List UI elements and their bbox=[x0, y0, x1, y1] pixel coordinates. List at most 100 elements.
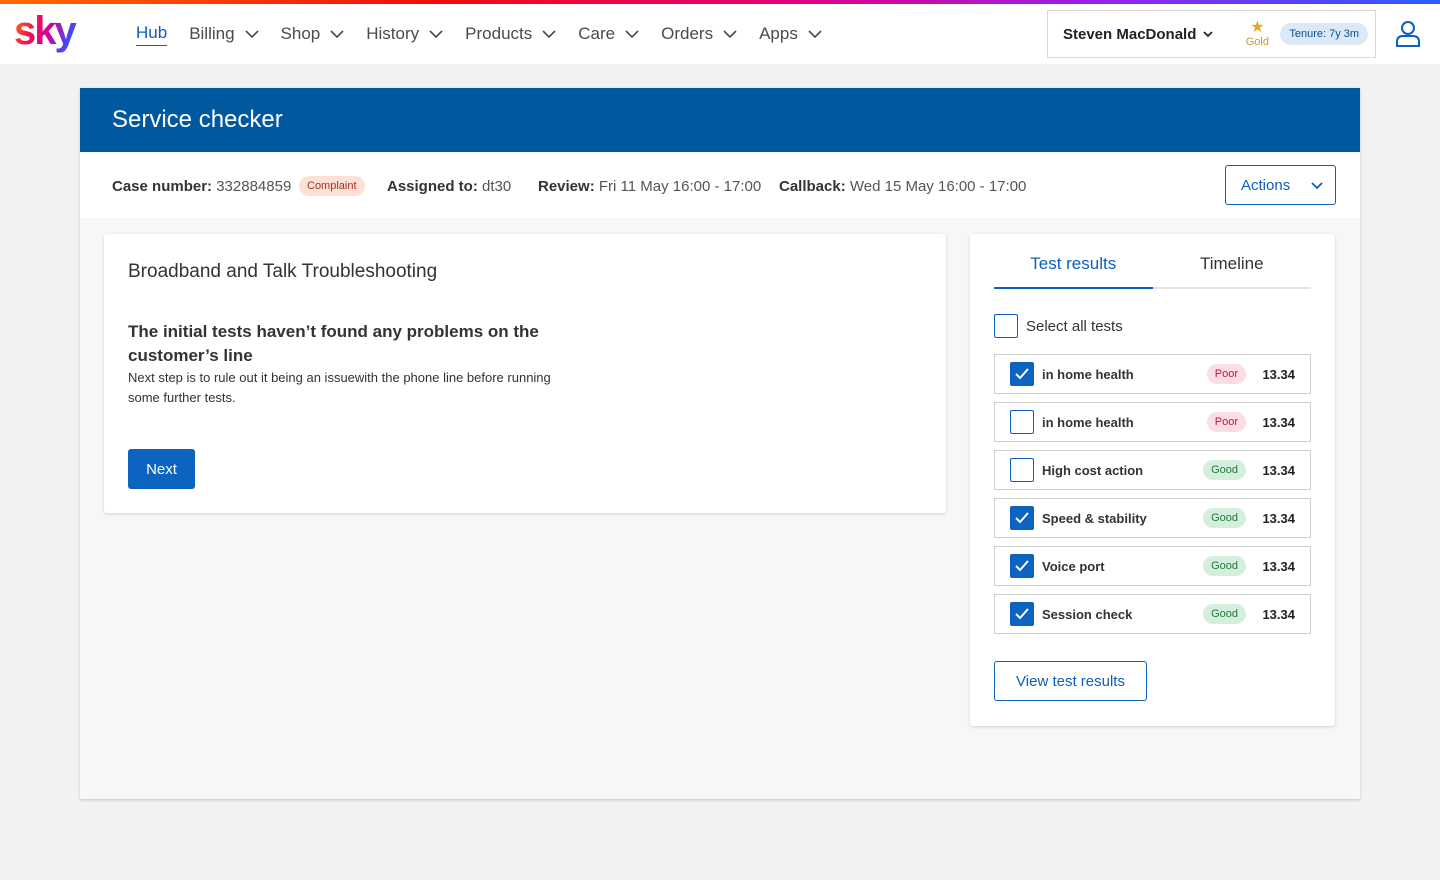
check-icon bbox=[1015, 512, 1029, 524]
user-name[interactable]: Steven MacDonald bbox=[1063, 26, 1196, 43]
case-number: Case number: 332884859 bbox=[112, 178, 291, 195]
test-row[interactable]: High cost action Good 13.34 bbox=[994, 450, 1311, 490]
test-status-badge: Good bbox=[1203, 604, 1246, 624]
nav-item-label: Apps bbox=[759, 24, 798, 43]
sky-logo[interactable]: sky bbox=[14, 8, 90, 58]
nav-item-products[interactable]: Products bbox=[465, 20, 556, 48]
tab-timeline[interactable]: Timeline bbox=[1153, 254, 1312, 287]
brand-gradient-strip bbox=[0, 0, 1440, 4]
review-time: Review: Fri 11 May 16:00 - 17:00 bbox=[538, 178, 761, 195]
callback-value: Wed 15 May 16:00 - 17:00 bbox=[849, 178, 1027, 195]
test-checkbox[interactable] bbox=[1010, 554, 1034, 578]
nav-item-label: History bbox=[366, 24, 420, 43]
view-test-results-button[interactable]: View test results bbox=[994, 661, 1147, 701]
nav-item-care[interactable]: Care bbox=[578, 20, 639, 48]
troubleshooting-panel: Broadband and Talk Troubleshooting The i… bbox=[104, 234, 946, 513]
test-value: 13.34 bbox=[1262, 462, 1295, 478]
test-row[interactable]: in home health Poor 13.34 bbox=[994, 354, 1311, 394]
nav-item-hub[interactable]: Hub bbox=[136, 20, 168, 48]
nav-item-orders[interactable]: Orders bbox=[661, 20, 737, 48]
test-value: 13.34 bbox=[1262, 366, 1295, 382]
nav-item-label: Products bbox=[465, 24, 533, 43]
main-nav: Hub Billing Shop History Products Care Orders A… bbox=[136, 20, 844, 48]
test-name: Speed & stability bbox=[1042, 510, 1147, 526]
chevron-down-icon bbox=[723, 30, 737, 39]
troubleshooting-heading: The initial tests haven’t found any prob… bbox=[128, 322, 539, 365]
nav-item-shop[interactable]: Shop bbox=[281, 20, 345, 48]
troubleshooting-title: Broadband and Talk Troubleshooting bbox=[128, 261, 438, 282]
test-value: 13.34 bbox=[1262, 606, 1295, 622]
test-status-badge: Good bbox=[1203, 556, 1246, 576]
callback-time: Callback: Wed 15 May 16:00 - 17:00 bbox=[779, 178, 1026, 195]
review-label: Review: bbox=[538, 178, 595, 195]
tab-test-results[interactable]: Test results bbox=[994, 254, 1153, 289]
callback-label: Callback: bbox=[779, 178, 846, 195]
test-value: 13.34 bbox=[1262, 558, 1295, 574]
case-number-value: 332884859 bbox=[216, 178, 292, 195]
page-title: Service checker bbox=[112, 106, 283, 133]
chevron-down-icon bbox=[542, 30, 556, 39]
nav-item-label: Care bbox=[578, 24, 616, 43]
test-results-panel: Test results Timeline Select all tests i… bbox=[970, 234, 1335, 726]
review-value: Fri 11 May 16:00 - 17:00 bbox=[598, 178, 762, 195]
test-name: Session check bbox=[1042, 606, 1133, 622]
test-name: High cost action bbox=[1042, 462, 1144, 478]
nav-item-apps[interactable]: Apps bbox=[759, 20, 822, 48]
test-list: in home health Poor 13.34 in home health Poo… bbox=[994, 354, 1311, 642]
test-checkbox[interactable] bbox=[1010, 362, 1034, 386]
chevron-down-icon[interactable] bbox=[1202, 28, 1214, 40]
check-icon bbox=[1015, 608, 1029, 620]
test-name: in home health bbox=[1042, 366, 1134, 382]
actions-button[interactable]: Actions bbox=[1225, 165, 1336, 205]
test-value: 13.34 bbox=[1262, 510, 1295, 526]
top-navigation-bar: sky Hub Billing Shop History Products Care Ord… bbox=[0, 0, 1440, 64]
chevron-down-icon bbox=[808, 30, 822, 39]
chevron-down-icon bbox=[429, 30, 443, 39]
test-value: 13.34 bbox=[1262, 414, 1295, 430]
test-checkbox[interactable] bbox=[1010, 506, 1034, 530]
test-name: Voice port bbox=[1042, 558, 1105, 574]
assigned-label: Assigned to: bbox=[387, 178, 478, 195]
select-all-tests[interactable]: Select all tests bbox=[994, 314, 1123, 338]
chevron-down-icon bbox=[1311, 182, 1323, 190]
case-number-label: Case number: bbox=[112, 178, 213, 195]
check-icon bbox=[1015, 368, 1029, 380]
test-checkbox[interactable] bbox=[1010, 410, 1034, 434]
tier-label: Gold bbox=[1245, 36, 1269, 48]
test-checkbox[interactable] bbox=[1010, 458, 1034, 482]
card-header: Service checker bbox=[80, 88, 1360, 152]
test-row[interactable]: in home health Poor 13.34 bbox=[994, 402, 1311, 442]
test-status-badge: Poor bbox=[1206, 364, 1246, 384]
loyalty-tier: ★ Gold bbox=[1242, 20, 1272, 49]
nav-item-history[interactable]: History bbox=[366, 20, 443, 48]
test-status-badge: Good bbox=[1203, 508, 1246, 528]
nav-item-label: Hub bbox=[136, 23, 168, 46]
test-status-badge: Poor bbox=[1206, 412, 1246, 432]
chevron-down-icon bbox=[330, 30, 344, 39]
user-account-box[interactable]: Steven MacDonald ★ Gold Tenure: 7y 3m bbox=[1047, 10, 1376, 58]
select-all-label: Select all tests bbox=[1026, 317, 1123, 335]
chevron-down-icon bbox=[244, 30, 259, 39]
nav-item-billing[interactable]: Billing bbox=[189, 20, 259, 48]
complaint-badge: Complaint bbox=[299, 176, 365, 196]
nav-item-label: Shop bbox=[280, 24, 321, 43]
test-row[interactable]: Speed & stability Good 13.34 bbox=[994, 498, 1311, 538]
case-info-row: Case number: 332884859 Complaint Assigne… bbox=[80, 152, 1360, 218]
assigned-value: dt30 bbox=[482, 178, 512, 195]
service-checker-card: Service checker Case number: 332884859 C… bbox=[80, 88, 1360, 799]
test-checkbox[interactable] bbox=[1010, 602, 1034, 626]
test-name: in home health bbox=[1042, 414, 1134, 430]
next-button[interactable]: Next bbox=[128, 449, 195, 489]
tenure-badge: Tenure: 7y 3m bbox=[1280, 23, 1369, 45]
nav-item-label: Orders bbox=[661, 24, 714, 43]
logo-text: sky bbox=[14, 9, 77, 53]
test-row[interactable]: Voice port Good 13.34 bbox=[994, 546, 1311, 586]
assigned-to: Assigned to: dt30 bbox=[387, 178, 511, 195]
user-profile-icon[interactable] bbox=[1395, 20, 1421, 48]
nav-item-label: Billing bbox=[189, 24, 235, 43]
check-icon bbox=[1015, 560, 1029, 572]
select-all-checkbox[interactable] bbox=[994, 314, 1018, 338]
test-row[interactable]: Session check Good 13.34 bbox=[994, 594, 1311, 634]
results-tabs: Test results Timeline bbox=[994, 254, 1311, 289]
chevron-down-icon bbox=[625, 30, 639, 39]
